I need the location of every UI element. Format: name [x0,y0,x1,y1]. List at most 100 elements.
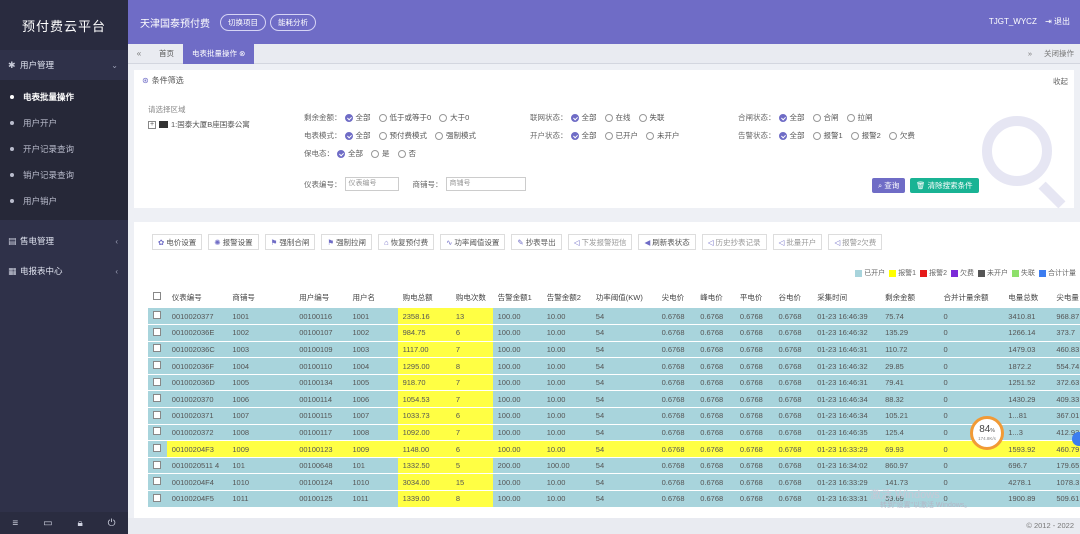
tab-scroll-left-icon[interactable]: « [128,49,150,58]
force-close-button[interactable]: ⚑ 强制合闸 [264,234,316,250]
monitor-icon[interactable]: ▭ [43,518,52,529]
radio-checked[interactable] [337,149,345,158]
radio[interactable] [378,131,387,140]
logout-button[interactable]: 退出 [1054,17,1070,26]
radio-option[interactable]: 报警2 [850,130,881,141]
radio-checked[interactable] [344,113,353,122]
radio[interactable] [646,131,654,140]
radio-option[interactable]: 在线 [604,112,631,123]
radio[interactable] [888,131,897,140]
radio-option[interactable]: 是 [371,148,390,159]
export-readings-button[interactable]: ✎ 抄表导出 [511,234,562,250]
table-row[interactable]: 0010020372 1008 00100117 1008 1092.00 7 100.00… [148,424,1080,442]
radio-option[interactable]: 全部 [570,112,597,123]
table-row[interactable]: 001002036F 1004 00100110 1004 1295.00 8 100.00… [148,357,1080,375]
table-row[interactable]: 001002036D 1005 00100134 1005 918.70 7 100.00 1… [148,374,1080,392]
sidebar-item-close-account[interactable]: 用户销户 [0,188,128,214]
radio-option[interactable]: 欠费 [888,130,915,141]
radio-option[interactable]: 全部 [570,130,597,141]
row-checkbox-cell[interactable] [148,357,167,375]
radio[interactable] [850,131,859,140]
radio[interactable] [846,113,855,122]
row-checkbox-cell[interactable] [148,324,167,342]
table-row[interactable]: 0010020511 4 101 00100648 101 1332.50 5 200.00… [148,457,1080,475]
radio[interactable] [604,131,613,140]
radio-option[interactable]: 未开户 [646,130,680,141]
radio-checked[interactable] [570,131,579,140]
power-threshold-button[interactable]: ∿ 功率阈值设置 [440,234,506,250]
checkbox[interactable] [153,292,161,300]
radio-option[interactable]: 全部 [337,148,363,159]
menu-icon[interactable]: ≡ [12,518,18,529]
table-row[interactable]: 0010020371 1007 00100115 1007 1033.73 6 100.00… [148,407,1080,425]
row-checkbox-cell[interactable] [148,407,167,425]
batch-open-button[interactable]: ◁ 批量开户 [772,234,823,250]
radio-checked[interactable] [344,131,353,140]
checkbox[interactable] [153,477,161,486]
expand-icon[interactable]: + [148,120,156,129]
radio-option[interactable]: 预付费模式 [378,130,427,141]
checkbox[interactable] [153,377,161,386]
radio-option[interactable]: 合闸 [812,112,839,123]
radio-option[interactable]: 大于0 [439,112,469,123]
force-open-button[interactable]: ⚑ 强制拉闸 [321,234,373,250]
sidebar-item-open-records[interactable]: 开户记录查询 [0,136,128,162]
tab-home[interactable]: 首页 [150,44,183,64]
radio[interactable] [604,113,613,122]
checkbox[interactable] [153,444,161,453]
radio-option[interactable]: 否 [397,148,416,159]
sidebar-item-open-account[interactable]: 用户开户 [0,110,128,136]
radio-checked[interactable] [778,131,787,140]
energy-analysis-button[interactable]: 能耗分析 [270,13,316,31]
radio-option[interactable]: 报警1 [812,130,843,141]
row-checkbox-cell[interactable] [148,374,167,392]
send-alarm-sms-button[interactable]: ◁ 下发报警短信 [567,234,633,250]
radio-checked[interactable] [570,113,579,122]
power-icon[interactable]: ⏻ [108,518,116,529]
radio-option[interactable]: 全部 [344,130,371,141]
radio[interactable] [812,113,821,122]
checkbox[interactable] [153,427,161,436]
checkbox[interactable] [153,460,161,469]
radio-option[interactable]: 低于或等于0 [378,112,431,123]
alarm2-arrears-button[interactable]: ◁ 报警2欠费 [828,234,883,250]
table-row[interactable]: 00100204F4 1010 00100124 1010 3034.00 15 100.0… [148,473,1080,492]
radio-option[interactable]: 失联 [638,112,665,123]
price-setting-button[interactable]: ✿ 电价设置 [152,234,203,250]
tree-node[interactable]: + 1:国泰大厦B座国泰公寓 [148,119,250,130]
radio-checked[interactable] [778,113,787,122]
close-icon[interactable]: ⊗ [239,49,245,58]
table-row[interactable]: 001002036C 1003 00100109 1003 1117.00 7 100.00… [148,341,1080,359]
radio[interactable] [638,113,647,122]
checkbox[interactable] [153,493,161,502]
nav-group-user[interactable]: ✱ 用户管理 ⌄ [0,50,128,80]
restore-prepaid-button[interactable]: ⌂ 恢复预付费 [378,234,435,250]
radio-option[interactable]: 拉闸 [846,112,873,123]
select-all-checkbox[interactable] [148,286,167,308]
radio-option[interactable]: 强制模式 [435,130,476,141]
table-row[interactable]: 0010020377 1001 00100116 1001 2358.16 13 100.0… [148,308,1080,326]
switch-project-button[interactable]: 切换项目 [220,13,266,31]
row-checkbox-cell[interactable] [148,308,167,326]
logout-icon[interactable]: ⇥ [1045,17,1052,26]
query-button[interactable]: ⌕ 查询 [872,178,906,193]
radio[interactable] [439,113,448,122]
row-checkbox-cell[interactable] [148,440,167,458]
row-checkbox-cell[interactable] [148,490,167,508]
sidebar-item-close-records[interactable]: 销户记录查询 [0,162,128,188]
row-checkbox-cell[interactable] [148,473,167,492]
tab-batch-meter[interactable]: 电表批量操作 ⊗ [183,43,255,64]
radio[interactable] [378,113,387,122]
history-readings-button[interactable]: ◁ 历史抄表记录 [701,234,767,250]
table-row[interactable]: 0010020370 1006 00100114 1006 1054.53 7 100.00… [148,390,1080,409]
side-float-tab[interactable] [1072,432,1080,446]
alarm-setting-button[interactable]: ✺ 报警设置 [208,234,259,250]
radio[interactable] [435,131,443,140]
radio-option[interactable]: 全部 [778,112,805,123]
clear-search-button[interactable]: 🗑︎ 清除搜索条件 [910,178,979,193]
checkbox[interactable] [153,394,161,403]
radio[interactable] [812,131,821,140]
sidebar-item-batch-meter[interactable]: 电表批量操作 [0,84,128,110]
collapse-button[interactable]: 收起 [1053,76,1068,87]
radio-option[interactable]: 全部 [778,130,805,141]
